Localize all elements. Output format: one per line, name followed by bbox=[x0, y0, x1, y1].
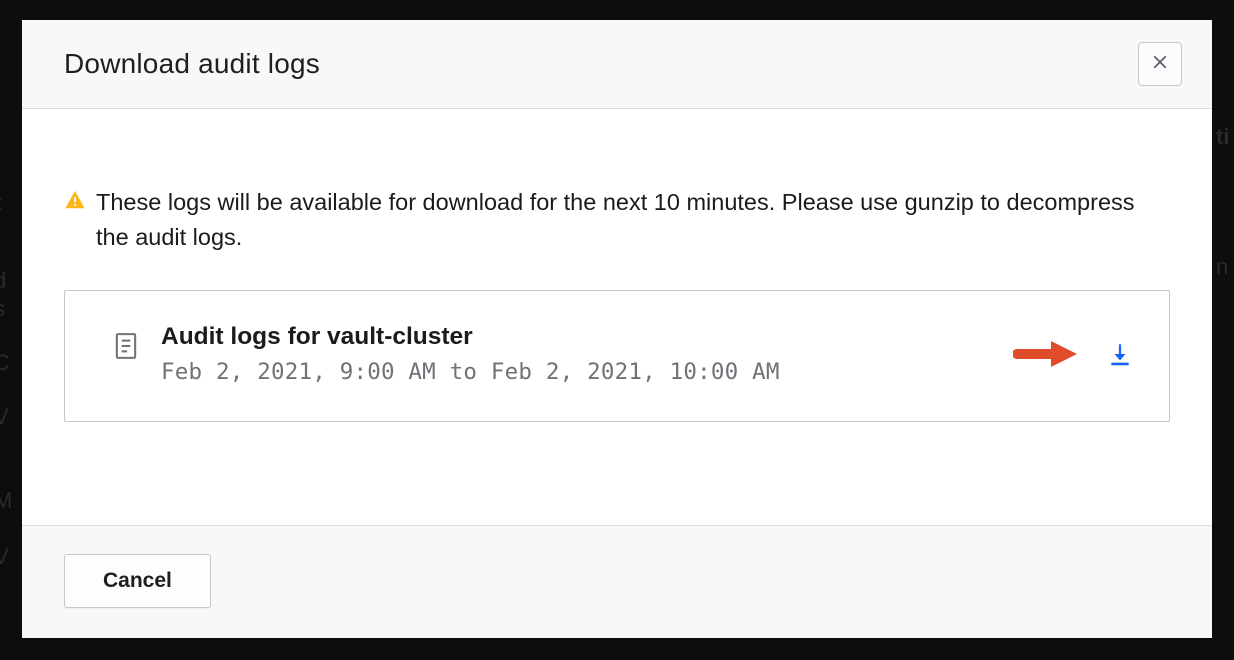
download-audit-logs-modal: Download audit logs These logs will be a… bbox=[22, 20, 1212, 638]
cancel-button[interactable]: Cancel bbox=[64, 554, 211, 608]
modal-title: Download audit logs bbox=[64, 48, 320, 80]
log-date-range: Feb 2, 2021, 9:00 AM to Feb 2, 2021, 10:… bbox=[161, 359, 991, 385]
log-title: Audit logs for vault-cluster bbox=[161, 323, 991, 351]
warning-icon bbox=[64, 189, 86, 211]
download-icon[interactable] bbox=[1107, 341, 1133, 367]
warning-message: These logs will be available for downloa… bbox=[64, 185, 1170, 256]
audit-log-card: Audit logs for vault-cluster Feb 2, 2021… bbox=[64, 290, 1170, 422]
modal-footer: Cancel bbox=[22, 525, 1212, 638]
annotation-arrow bbox=[1013, 339, 1077, 369]
close-button[interactable] bbox=[1138, 42, 1182, 86]
modal-body: These logs will be available for downloa… bbox=[22, 109, 1212, 525]
close-icon bbox=[1151, 53, 1169, 76]
modal-header: Download audit logs bbox=[22, 20, 1212, 109]
warning-text: These logs will be available for downloa… bbox=[96, 185, 1170, 256]
log-info: Audit logs for vault-cluster Feb 2, 2021… bbox=[161, 323, 991, 385]
document-icon bbox=[113, 332, 139, 360]
